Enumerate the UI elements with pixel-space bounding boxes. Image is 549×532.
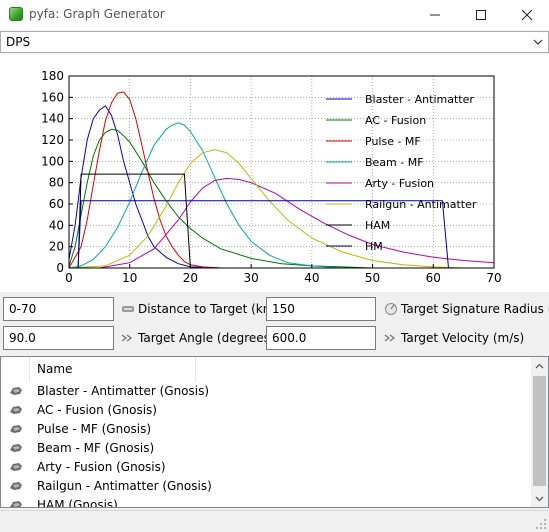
header-divider: [29, 357, 30, 382]
series-line-1: [68, 128, 373, 269]
y-tick-label: 40: [49, 218, 64, 232]
header-divider: [195, 357, 196, 382]
graph-type-value: DPS: [6, 35, 31, 49]
x-tick-label: 10: [122, 271, 137, 285]
pyfa-app-icon: [9, 7, 23, 21]
dps-chart-panel: 0 10 20 30 40 50 60 70 0 20 40 60 80 100 120 140 160 180 B…: [0, 54, 549, 292]
resize-grip-icon[interactable]: [535, 518, 547, 530]
list-item-label: Railgun - Antimatter (Gnosis): [37, 479, 212, 493]
title-bar: pyfa: Graph Generator: [0, 0, 549, 30]
ship-icon: [10, 425, 22, 433]
list-item-label: Pulse - MF (Gnosis): [37, 422, 152, 436]
ship-icon: [10, 444, 22, 452]
ship-icon: [10, 406, 22, 414]
list-item[interactable]: AC - Fusion (Gnosis): [1, 401, 532, 420]
minimize-icon: [430, 14, 440, 16]
y-tick-label: 140: [41, 112, 64, 126]
list-rows: Blaster - Antimatter (Gnosis) AC - Fusion…: [1, 382, 532, 508]
y-tick-label: 120: [41, 133, 64, 147]
chevron-up-icon: [535, 363, 544, 368]
legend-label: Pulse - MF: [365, 135, 421, 148]
series-line-0: [68, 105, 252, 269]
list-item-label: Arty - Fusion (Gnosis): [37, 460, 166, 474]
dps-chart: 0 10 20 30 40 50 60 70 0 20 40 60 80 100 120 140 160 180 B…: [41, 69, 502, 285]
legend-label: HAM: [365, 219, 390, 232]
x-tick-label: 40: [304, 271, 319, 285]
chevron-down-icon: [535, 496, 544, 501]
list-item-label: Blaster - Antimatter (Gnosis): [37, 384, 210, 398]
x-tick-label: 30: [244, 271, 259, 285]
legend-label: Blaster - Antimatter: [365, 93, 474, 106]
vertical-scrollbar[interactable]: [531, 357, 548, 507]
ship-icon: [10, 501, 22, 507]
graph-type-select[interactable]: DPS: [0, 31, 549, 53]
list-item-label: Beam - MF (Gnosis): [37, 441, 155, 455]
signature-icon: [385, 303, 397, 315]
y-tick-label: 0: [56, 261, 64, 275]
series-line-3: [68, 122, 343, 269]
angle-input[interactable]: 90.0: [3, 326, 114, 350]
velocity-icon: [384, 334, 396, 342]
signature-label: Target Signature Radius (m): [401, 302, 549, 316]
angle-icon: [121, 334, 133, 342]
y-tick-label: 80: [49, 176, 64, 190]
ship-icon: [10, 387, 22, 395]
y-tick-label: 60: [49, 197, 64, 211]
scroll-thumb[interactable]: [533, 376, 546, 486]
velocity-input[interactable]: 600.0: [266, 326, 376, 350]
signature-input[interactable]: 150: [266, 297, 376, 321]
maximize-button[interactable]: [458, 0, 504, 30]
list-item[interactable]: Pulse - MF (Gnosis): [1, 420, 532, 439]
velocity-label: Target Velocity (m/s): [401, 331, 525, 345]
legend-label: HM: [365, 240, 383, 253]
list-item[interactable]: Blaster - Antimatter (Gnosis): [1, 382, 532, 401]
chevron-down-icon: [533, 39, 543, 45]
scroll-down-button[interactable]: [531, 490, 548, 507]
minimize-button[interactable]: [412, 0, 458, 30]
y-tick-label: 180: [41, 69, 64, 83]
distance-label: Distance to Target (km): [138, 302, 280, 316]
list-item-label: HAM (Gnosis): [37, 498, 118, 508]
close-button[interactable]: [504, 0, 549, 30]
maximize-icon: [476, 10, 486, 20]
x-tick-label: 70: [486, 271, 501, 285]
legend-label: AC - Fusion: [365, 114, 426, 127]
list-item[interactable]: Arty - Fusion (Gnosis): [1, 458, 532, 477]
x-tick-label: 60: [426, 271, 441, 285]
x-tick-label: 20: [183, 271, 198, 285]
scroll-up-button[interactable]: [531, 357, 548, 374]
distance-input[interactable]: 0-70: [3, 297, 114, 321]
x-tick-label: 0: [65, 271, 73, 285]
legend-label: Beam - MF: [365, 156, 424, 169]
list-item[interactable]: Beam - MF (Gnosis): [1, 439, 532, 458]
y-tick-label: 160: [41, 90, 64, 104]
list-header: Name: [1, 357, 532, 382]
close-icon: [521, 9, 533, 21]
y-tick-label: 100: [41, 154, 64, 168]
list-item-label: AC - Fusion (Gnosis): [37, 403, 157, 417]
distance-icon: [122, 306, 134, 312]
status-bar: [0, 510, 549, 532]
y-tick-label: 20: [49, 240, 64, 254]
list-item[interactable]: HAM (Gnosis): [1, 496, 532, 508]
angle-label: Target Angle (degrees): [138, 331, 275, 345]
x-tick-label: 50: [365, 271, 380, 285]
list-item[interactable]: Railgun - Antimatter (Gnosis): [1, 477, 532, 496]
ship-icon: [10, 463, 22, 471]
ship-icon: [10, 482, 22, 490]
legend-label: Arty - Fusion: [365, 177, 434, 190]
fit-list[interactable]: Name Blaster - Antimatter (Gnosis) AC - F…: [0, 356, 549, 508]
legend-label: Railgun - Antimatter: [365, 198, 477, 211]
column-header-name[interactable]: Name: [37, 362, 72, 376]
window-title: pyfa: Graph Generator: [29, 7, 165, 21]
